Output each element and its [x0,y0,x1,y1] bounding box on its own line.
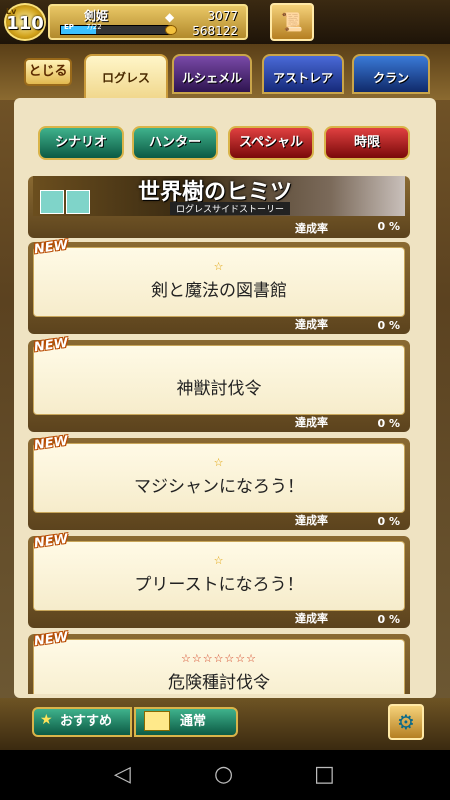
subtab-hunter[interactable]: ハンター [132,126,218,160]
completion-value: 0 % [377,319,400,332]
player-name: 剣姫 [84,9,109,23]
tab-astrea[interactable]: アストレア [262,54,344,94]
list-item[interactable]: ☆☆☆☆☆☆☆ 危険種討伐令 NEW [28,630,410,694]
completion-value: 0 % [377,613,400,626]
difficulty-stars: ☆☆☆☆☆☆☆ [180,652,258,665]
list-item[interactable]: 神獣討伐令 NEW 達成率 0 % [28,336,410,432]
settings-button[interactable]: ⚙ [388,704,424,740]
card-body: 神獣討伐令 [33,345,405,415]
card-body: ☆ マジシャンになろう！ [33,443,405,513]
list-item[interactable]: ☆ プリーストになろう！ NEW 達成率 0 % [28,532,410,628]
completion-value: 0 % [377,417,400,430]
card-body: ☆ 剣と魔法の図書館 [33,247,405,317]
close-button[interactable]: とじる [24,58,72,86]
completion-label: 達成率 [295,222,328,235]
completion-label: 達成率 [295,416,328,429]
player-stat-panel: 剣姫 EP 7/22 ◆ 3077 568122 [48,4,248,40]
quest-title: マジシャンになろう！ [134,477,304,497]
crystal-icon: ◆ [165,10,175,24]
exp-bar [60,25,172,35]
quest-title: プリーストになろう！ [134,575,304,595]
scroll-book-icon: 📜 [280,11,304,33]
tab-clan[interactable]: クラン [352,54,430,94]
card-body: ☆☆☆☆☆☆☆ 危険種討伐令 [33,639,405,694]
menu-button[interactable]: 📜 [270,3,314,41]
crystal-count: 3077 [207,9,238,23]
exp-value: 7/22 [86,23,102,31]
completion-value: 0 % [377,515,400,528]
completion-label: 達成率 [295,318,328,331]
quest-title: 神獣討伐令 [176,379,262,399]
status-bar: Lv 110 剣姫 EP 7/22 ◆ 3077 568122 📜 [0,0,450,44]
difficulty-stars: ☆ [213,260,225,273]
card-body: ☆ プリーストになろう！ [33,541,405,611]
triangle-back-icon[interactable]: ◁ [114,762,131,787]
quest-banner[interactable]: 世界樹のヒミツ ログレスサイドストーリー 達成率 0 % [28,176,410,238]
android-nav-bar: ◁ ○ □ [0,750,450,800]
list-item[interactable]: ☆ マジシャンになろう！ NEW 達成率 0 % [28,434,410,530]
completion-label: 達成率 [295,514,328,527]
level-number: 110 [6,13,44,34]
game-screen: Lv 110 剣姫 EP 7/22 ◆ 3077 568122 📜 とじる ログ… [0,0,450,750]
list-item[interactable]: ☆ 剣と魔法の図書館 NEW 達成率 0 % [28,238,410,334]
difficulty-stars: ☆ [213,554,225,567]
square-recent-icon[interactable]: □ [314,762,335,787]
quest-list[interactable]: 世界樹のヒミツ ログレスサイドストーリー 達成率 0 % ☆ 剣と魔法の図書館 … [28,176,420,694]
gold-count: 568122 [192,24,238,38]
quest-icon [66,190,90,214]
banner-subtitle: ログレスサイドストーリー [170,202,291,215]
tab-logres[interactable]: ログレス [84,54,168,100]
quest-title: 危険種討伐令 [168,673,270,693]
circle-home-icon[interactable]: ○ [214,762,233,787]
quest-icon [40,190,64,214]
star-icon: ★ [40,712,53,728]
completion-value: 0 % [377,220,400,233]
quest-title: 剣と魔法の図書館 [151,281,287,301]
list-icon [144,711,170,731]
subtab-timelimited[interactable]: 時限 [324,126,410,160]
exp-label: EP [64,23,74,31]
level-badge: Lv 110 [4,3,46,41]
subtab-special[interactable]: スペシャル [228,126,314,160]
completion-label: 達成率 [295,612,328,625]
gold-coin-icon [165,25,177,35]
gear-icon: ⚙ [397,710,415,734]
tab-lushemel[interactable]: ルシェメル [172,54,252,94]
subtab-scenario[interactable]: シナリオ [38,126,124,160]
difficulty-stars: ☆ [213,456,225,469]
